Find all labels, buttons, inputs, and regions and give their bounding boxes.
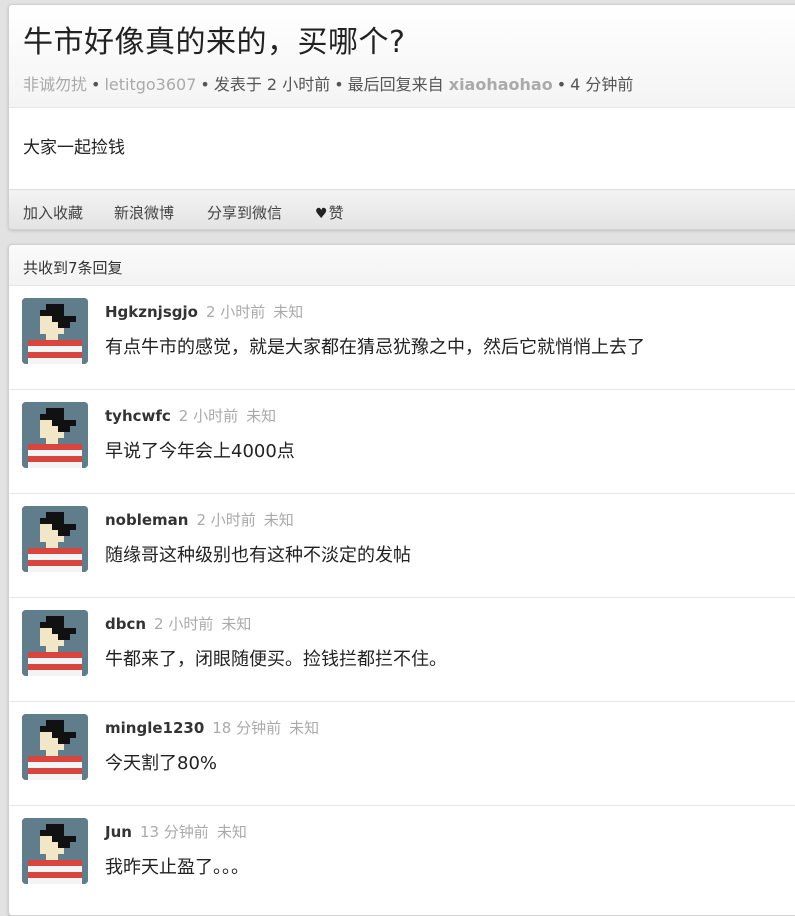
separator-dot: • bbox=[200, 75, 210, 94]
like-button[interactable]: ♥赞 bbox=[315, 202, 344, 223]
reply-time: 13 分钟前 bbox=[139, 823, 209, 841]
reply-username[interactable]: dbcn bbox=[105, 615, 146, 633]
page-title: 牛市好像真的来的，买哪个? bbox=[23, 25, 406, 60]
reply-username[interactable]: Jun bbox=[105, 823, 132, 841]
pixel-avatar-icon[interactable] bbox=[22, 298, 88, 364]
reply-content: 随缘哥这种级别也有这种不淡定的发帖 bbox=[105, 545, 411, 566]
reply-item: nobleman 2 小时前 未知 随缘哥这种级别也有这种不淡定的发帖 bbox=[9, 494, 795, 598]
reply-content: 有点牛市的感觉，就是大家都在猜忌犹豫之中，然后它就悄悄上去了 bbox=[105, 337, 645, 358]
pixel-avatar-icon[interactable] bbox=[22, 402, 88, 468]
reply-meta: dbcn 2 小时前 未知 bbox=[105, 613, 251, 634]
reply-content: 今天割了80% bbox=[105, 753, 218, 774]
reply-username[interactable]: mingle1230 bbox=[105, 719, 204, 737]
posted-time: 发表于 2 小时前 bbox=[213, 75, 331, 94]
replies-header: 共收到7条回复 bbox=[9, 245, 795, 286]
reply-location: 未知 bbox=[216, 823, 247, 841]
pixel-avatar-icon[interactable] bbox=[22, 506, 88, 572]
reply-item: Jun 13 分钟前 未知 我昨天止盈了。。。 bbox=[9, 806, 795, 909]
reply-location: 未知 bbox=[273, 303, 304, 321]
reply-time: 2 小时前 bbox=[196, 511, 256, 529]
reply-username[interactable]: Hgkznjsgjo bbox=[105, 303, 198, 321]
separator-dot: • bbox=[91, 75, 101, 94]
pixel-avatar-icon[interactable] bbox=[22, 610, 88, 676]
reply-item: tyhcwfc 2 小时前 未知 早说了今年会上4000点 bbox=[9, 390, 795, 494]
weibo-share-button[interactable]: 新浪微博 bbox=[114, 202, 174, 223]
reply-username[interactable]: nobleman bbox=[105, 511, 188, 529]
reply-item: Hgkznjsgjo 2 小时前 未知 有点牛市的感觉，就是大家都在猜忌犹豫之中，然… bbox=[9, 286, 795, 390]
favorite-button[interactable]: 加入收藏 bbox=[23, 202, 83, 223]
last-reply-time: 4 分钟前 bbox=[570, 75, 634, 94]
like-label: 赞 bbox=[328, 204, 344, 222]
reply-time: 2 小时前 bbox=[205, 303, 266, 321]
reply-time: 18 分钟前 bbox=[212, 719, 282, 737]
last-reply-prefix: 最后回复来自 bbox=[347, 75, 444, 94]
last-reply-user-link[interactable]: xiaohaohao bbox=[449, 75, 553, 94]
topic-actions-bar: 加入收藏 新浪微博 分享到微信 ♥赞 bbox=[9, 189, 795, 229]
reply-content: 牛都来了，闭眼随便买。捡钱拦都拦不住。 bbox=[105, 649, 447, 670]
reply-item: dbcn 2 小时前 未知 牛都来了，闭眼随便买。捡钱拦都拦不住。 bbox=[9, 598, 795, 702]
reply-meta: nobleman 2 小时前 未知 bbox=[105, 509, 294, 530]
reply-username[interactable]: tyhcwfc bbox=[105, 407, 171, 425]
reply-location: 未知 bbox=[263, 511, 294, 529]
reply-location: 未知 bbox=[221, 615, 252, 633]
replies-card: 共收到7条回复 Hgkznjsgjo 2 小时前 未知 有点牛市的感觉，就是大家都在… bbox=[8, 244, 795, 916]
separator-dot: • bbox=[334, 75, 344, 94]
reply-location: 未知 bbox=[289, 719, 320, 737]
reply-count: 共收到7条回复 bbox=[23, 259, 123, 277]
reply-time: 2 小时前 bbox=[154, 615, 214, 633]
pixel-avatar-icon[interactable] bbox=[22, 714, 88, 780]
topic-body: 大家一起捡钱 bbox=[23, 138, 125, 158]
topic-meta: 非诚勿扰 • letitgo3607 • 发表于 2 小时前 • 最后回复来自 xiaoha… bbox=[23, 71, 633, 95]
reply-item: mingle1230 18 分钟前 未知 今天割了80% bbox=[9, 702, 795, 806]
reply-meta: tyhcwfc 2 小时前 未知 bbox=[105, 405, 276, 426]
reply-meta: Hgkznjsgjo 2 小时前 未知 bbox=[105, 301, 303, 322]
pixel-avatar-icon[interactable] bbox=[22, 818, 88, 884]
reply-location: 未知 bbox=[246, 407, 277, 425]
reply-content: 早说了今年会上4000点 bbox=[105, 441, 295, 462]
reply-meta: mingle1230 18 分钟前 未知 bbox=[105, 717, 319, 738]
author-link[interactable]: letitgo3607 bbox=[104, 75, 196, 94]
separator-dot: • bbox=[556, 75, 567, 94]
node-link[interactable]: 非诚勿扰 bbox=[23, 75, 87, 94]
wechat-share-button[interactable]: 分享到微信 bbox=[207, 202, 282, 223]
heart-icon: ♥ bbox=[315, 206, 328, 222]
reply-time: 2 小时前 bbox=[178, 407, 239, 425]
topic-card: 牛市好像真的来的，买哪个? 非诚勿扰 • letitgo3607 • 发表于 2 小时前… bbox=[8, 4, 795, 230]
topic-header: 牛市好像真的来的，买哪个? 非诚勿扰 • letitgo3607 • 发表于 2 小时前… bbox=[9, 5, 795, 108]
reply-meta: Jun 13 分钟前 未知 bbox=[105, 821, 247, 842]
reply-content: 我昨天止盈了。。。 bbox=[105, 857, 249, 878]
